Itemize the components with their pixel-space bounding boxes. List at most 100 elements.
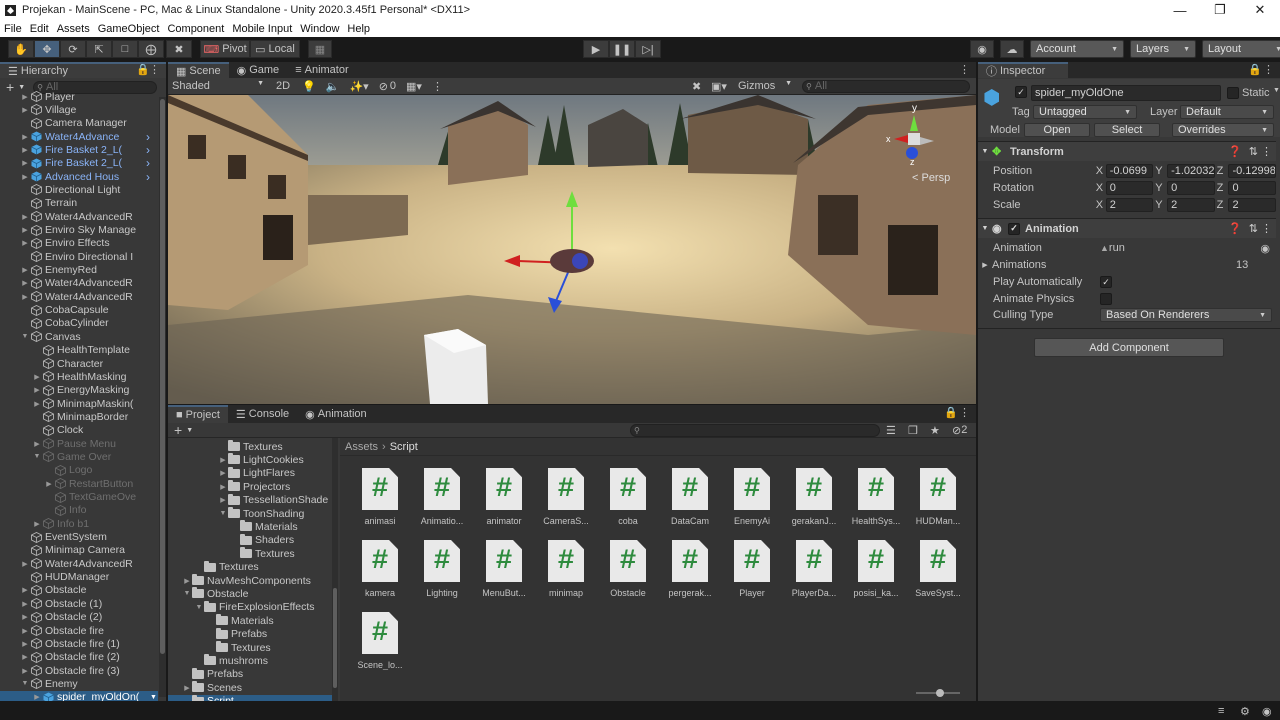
- debug-icon[interactable]: ⚙: [1240, 705, 1250, 718]
- expand-icon[interactable]: ▶: [218, 456, 228, 464]
- script-asset[interactable]: # posisi_ka...: [846, 540, 906, 598]
- hierarchy-item[interactable]: ▶ EnergyMasking: [0, 384, 158, 397]
- folder-tree-item[interactable]: ▶ Scenes: [168, 681, 332, 694]
- open-prefab-icon[interactable]: ›: [146, 170, 150, 184]
- expand-icon[interactable]: ▶: [20, 600, 30, 608]
- script-asset[interactable]: # minimap: [536, 540, 596, 598]
- hierarchy-item[interactable]: ▶ Water4AdvancedR: [0, 557, 158, 570]
- expand-icon[interactable]: ▶: [32, 373, 42, 381]
- hierarchy-item[interactable]: ▶ Obstacle fire (3): [0, 664, 158, 677]
- expand-icon[interactable]: ▶: [20, 93, 30, 101]
- hierarchy-item[interactable]: ▶ Obstacle: [0, 584, 158, 597]
- local-toggle[interactable]: ▭ Local: [250, 40, 300, 58]
- filter-type-icon[interactable]: ☰: [886, 424, 896, 437]
- hierarchy-item[interactable]: ▶ Info b1: [0, 517, 158, 530]
- hierarchy-item[interactable]: Info: [0, 504, 158, 517]
- hierarchy-item[interactable]: ▶ Advanced Hous ›: [0, 170, 158, 184]
- script-asset[interactable]: # coba: [598, 468, 658, 526]
- kebab-menu-icon[interactable]: ⋮: [959, 63, 970, 76]
- hierarchy-scrollbar-thumb[interactable]: [160, 99, 165, 654]
- tab-game[interactable]: ◉ Game: [229, 62, 288, 78]
- open-prefab-icon[interactable]: ›: [146, 156, 150, 170]
- script-asset[interactable]: # HealthSys...: [846, 468, 906, 526]
- expand-icon[interactable]: ▼: [978, 148, 992, 155]
- hierarchy-item[interactable]: ▶ Player: [0, 90, 158, 103]
- rotation-y-field[interactable]: 0: [1167, 181, 1215, 195]
- hierarchy-item[interactable]: ▶ Obstacle fire: [0, 624, 158, 637]
- lock-icon[interactable]: 🔒: [136, 63, 150, 76]
- hierarchy-item[interactable]: Minimap Camera: [0, 544, 158, 557]
- script-asset[interactable]: # SaveSyst...: [908, 540, 968, 598]
- collab-button[interactable]: ◉: [970, 40, 994, 58]
- zoom-slider-thumb[interactable]: [936, 689, 944, 697]
- expand-icon[interactable]: ▼: [218, 510, 228, 517]
- rotation-z-field[interactable]: 0: [1228, 181, 1276, 195]
- add-component-button[interactable]: Add Component: [1034, 338, 1224, 357]
- hierarchy-item[interactable]: Character: [0, 357, 158, 370]
- expand-icon[interactable]: ▶: [20, 173, 30, 181]
- hierarchy-item[interactable]: HealthTemplate: [0, 344, 158, 357]
- script-asset[interactable]: # MenuBut...: [474, 540, 534, 598]
- hierarchy-item[interactable]: ▼ Canvas: [0, 330, 158, 343]
- hierarchy-item[interactable]: ▶ Pause Menu: [0, 437, 158, 450]
- hierarchy-item[interactable]: ▶ Enviro Effects: [0, 237, 158, 250]
- script-asset[interactable]: # Scene_lo...: [350, 612, 410, 670]
- animation-clip-field[interactable]: ▲ run ◉: [1100, 242, 1270, 255]
- tools-icon[interactable]: ✖: [692, 80, 701, 93]
- help-icon[interactable]: ❓: [1228, 145, 1242, 158]
- rect-tool-button[interactable]: □: [112, 40, 138, 58]
- folder-tree-item[interactable]: ▶ TessellationShade: [168, 493, 332, 507]
- zoom-slider[interactable]: [916, 689, 960, 697]
- expand-icon[interactable]: ▼: [194, 604, 204, 611]
- hierarchy-item[interactable]: ▶ Obstacle fire (2): [0, 651, 158, 664]
- tab-console[interactable]: ☰ Console: [228, 405, 297, 423]
- script-asset[interactable]: # CameraS...: [536, 468, 596, 526]
- hierarchy-item[interactable]: Enviro Directional I: [0, 250, 158, 263]
- expand-icon[interactable]: ▶: [20, 146, 30, 154]
- object-picker-icon[interactable]: ◉: [1260, 242, 1270, 255]
- folder-tree-item[interactable]: ▼ ToonShading: [168, 507, 332, 520]
- camera-icon[interactable]: ▣▾: [711, 80, 727, 93]
- folder-tree-item[interactable]: Prefabs: [168, 627, 332, 641]
- breadcrumb-assets[interactable]: Assets: [345, 441, 378, 453]
- open-prefab-icon[interactable]: ›: [146, 143, 150, 157]
- open-button[interactable]: Open: [1024, 123, 1090, 137]
- scale-tool-button[interactable]: ⇱: [86, 40, 112, 58]
- lock-icon[interactable]: 🔒: [1248, 63, 1262, 76]
- play-button[interactable]: ▶: [583, 40, 609, 58]
- kebab-menu-icon[interactable]: ⋮: [149, 63, 160, 76]
- hierarchy-item[interactable]: ▶ Obstacle (1): [0, 597, 158, 610]
- expand-icon[interactable]: ▶: [20, 293, 30, 301]
- script-asset[interactable]: # Lighting: [412, 540, 472, 598]
- lighting-toggle-icon[interactable]: 💡: [302, 80, 316, 93]
- folder-tree-item[interactable]: Textures: [168, 547, 332, 560]
- hierarchy-item[interactable]: CobaCapsule: [0, 304, 158, 317]
- tab-animation[interactable]: ◉ Animation: [297, 405, 375, 423]
- tab-project[interactable]: ■ Project: [168, 405, 228, 423]
- hierarchy-item[interactable]: Directional Light: [0, 183, 158, 196]
- hierarchy-item[interactable]: Terrain: [0, 197, 158, 210]
- hierarchy-item[interactable]: ▶ HealthMasking: [0, 370, 158, 383]
- hierarchy-item[interactable]: ▶ Water4AdvancedR: [0, 277, 158, 290]
- kebab-menu-icon[interactable]: ⋮: [1261, 222, 1272, 235]
- gizmos-dropdown[interactable]: Gizmos ▼: [738, 80, 796, 92]
- kebab-menu-icon[interactable]: ⋮: [959, 406, 970, 419]
- script-asset[interactable]: # kamera: [350, 540, 410, 598]
- folder-tree-item[interactable]: Prefabs: [168, 667, 332, 681]
- grid-toggle-icon[interactable]: ▦▾: [406, 80, 422, 93]
- expand-icon[interactable]: ▶: [978, 261, 992, 269]
- tab-inspector[interactable]: ⓘ Inspector: [978, 62, 1068, 78]
- hierarchy-item[interactable]: ▶ EnemyRed: [0, 264, 158, 277]
- scene-orientation-gizmo[interactable]: y x z: [886, 101, 956, 173]
- kebab-menu-icon[interactable]: ⋮: [1263, 63, 1274, 76]
- project-search-input[interactable]: ⚲: [630, 423, 880, 437]
- notification-icon[interactable]: ◉: [1262, 705, 1272, 718]
- expand-icon[interactable]: ▶: [182, 577, 192, 585]
- folder-tree-item[interactable]: Materials: [168, 614, 332, 627]
- cloud-button[interactable]: ☁: [1000, 40, 1024, 58]
- script-asset[interactable]: # pergerak...: [660, 540, 720, 598]
- folder-tree-item[interactable]: ▼ FireExplosionEffects: [168, 600, 332, 614]
- folder-tree-item[interactable]: Materials: [168, 520, 332, 533]
- expand-icon[interactable]: ▶: [32, 520, 42, 528]
- layer-dropdown[interactable]: Default ▼: [1180, 105, 1274, 119]
